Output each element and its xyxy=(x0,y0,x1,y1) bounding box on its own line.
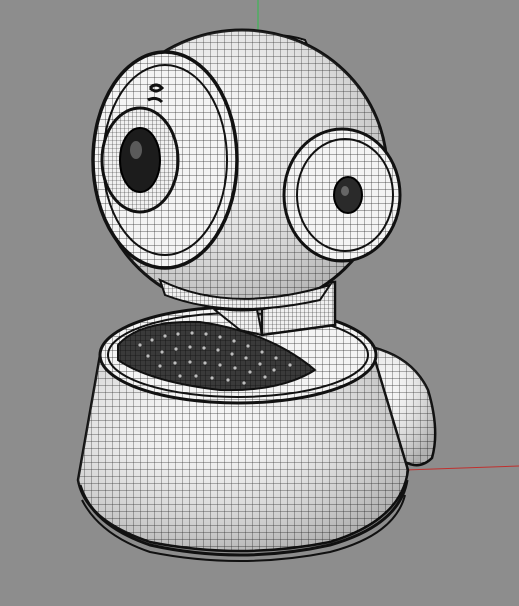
camera-head[interactable] xyxy=(91,28,402,312)
wireframe-scene[interactable] xyxy=(0,0,519,606)
camera-base[interactable] xyxy=(76,305,437,562)
3d-viewport[interactable] xyxy=(0,0,519,606)
x-axis-line xyxy=(404,465,519,471)
front-lens[interactable] xyxy=(91,50,239,270)
lens-glass xyxy=(119,127,161,193)
side-hinge-disc[interactable] xyxy=(282,127,402,263)
